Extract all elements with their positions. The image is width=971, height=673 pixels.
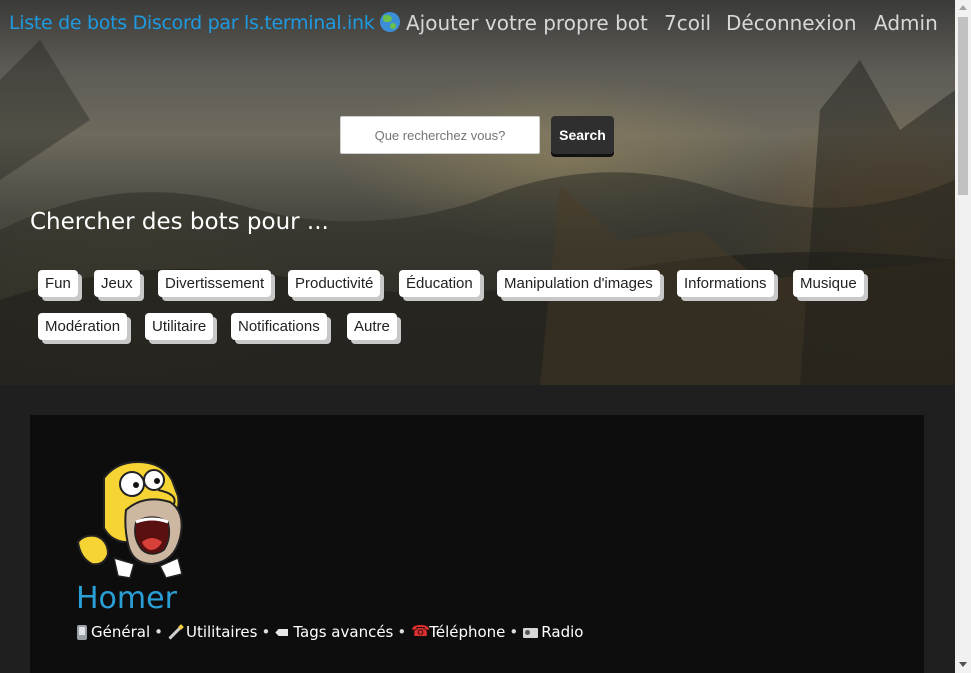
category-fun[interactable]: Fun (38, 270, 78, 297)
bot-tag[interactable]: Téléphone (411, 622, 506, 641)
nav-user-profile[interactable]: 7coil (664, 11, 711, 35)
bot-tag-label: Utilitaires (185, 623, 258, 641)
categories-heading: Chercher des bots pour ... (30, 209, 329, 235)
nav-logout[interactable]: Déconnexion (726, 11, 857, 35)
wand-icon (168, 625, 182, 639)
category-autre[interactable]: Autre (347, 313, 397, 340)
category-moderation[interactable]: Modération (38, 313, 128, 340)
tag-separator: • (509, 623, 519, 641)
bot-tag-label: Tags avancés (293, 623, 394, 641)
bot-tag[interactable]: Radio (523, 623, 583, 641)
category-musique[interactable]: Musique (793, 270, 864, 297)
category-informations[interactable]: Informations (677, 270, 774, 297)
scroll-down-arrow-icon[interactable] (955, 657, 971, 673)
hero-banner (0, 0, 955, 385)
category-notifications[interactable]: Notifications (231, 313, 327, 340)
bot-tag[interactable]: Tags avancés (275, 623, 393, 641)
hero-background-image (0, 40, 955, 385)
bot-tag[interactable]: Utilitaires (168, 623, 257, 641)
bot-tag-label: Radio (541, 623, 584, 641)
category-jeux[interactable]: Jeux (94, 270, 140, 297)
brand-label: Liste de bots Discord par ls.terminal.in… (9, 12, 375, 34)
category-education[interactable]: Éducation (399, 270, 480, 297)
label-tag-icon (275, 625, 289, 639)
category-manipulation-images[interactable]: Manipulation d'images (497, 270, 660, 297)
scrollbar-thumb[interactable] (958, 17, 968, 195)
nav-admin[interactable]: Admin (874, 11, 938, 35)
top-navigation: Liste de bots Discord par ls.terminal.in… (0, 0, 955, 48)
bot-name[interactable]: Homer (76, 581, 177, 616)
category-divertissement[interactable]: Divertissement (158, 270, 272, 297)
vertical-scrollbar[interactable] (955, 0, 971, 673)
category-utilitaire[interactable]: Utilitaire (145, 313, 214, 340)
phone-icon (77, 624, 87, 640)
category-productivite[interactable]: Productivité (288, 270, 381, 297)
bot-tag[interactable]: Général (77, 623, 150, 641)
brand-link[interactable]: Liste de bots Discord par ls.terminal.in… (9, 12, 401, 34)
telephone-icon (411, 622, 430, 640)
search-input[interactable] (340, 116, 540, 154)
radio-icon (523, 625, 539, 639)
bot-tag-list: Général • Utilitaires • Tags avancés • T… (77, 622, 583, 641)
bot-avatar[interactable] (74, 458, 199, 580)
bot-tag-label: Général (91, 623, 151, 641)
content-gutter (924, 415, 955, 673)
tag-separator: • (397, 623, 407, 641)
globe-icon (380, 12, 401, 32)
scroll-up-arrow-icon[interactable] (955, 0, 971, 16)
bot-tag-label: Téléphone (429, 623, 506, 641)
page: Liste de bots Discord par ls.terminal.in… (0, 0, 971, 673)
search-button[interactable]: Search (551, 116, 614, 154)
tag-separator: • (154, 623, 163, 641)
nav-add-bot[interactable]: Ajouter votre propre bot (406, 11, 648, 35)
tag-separator: • (261, 623, 271, 641)
